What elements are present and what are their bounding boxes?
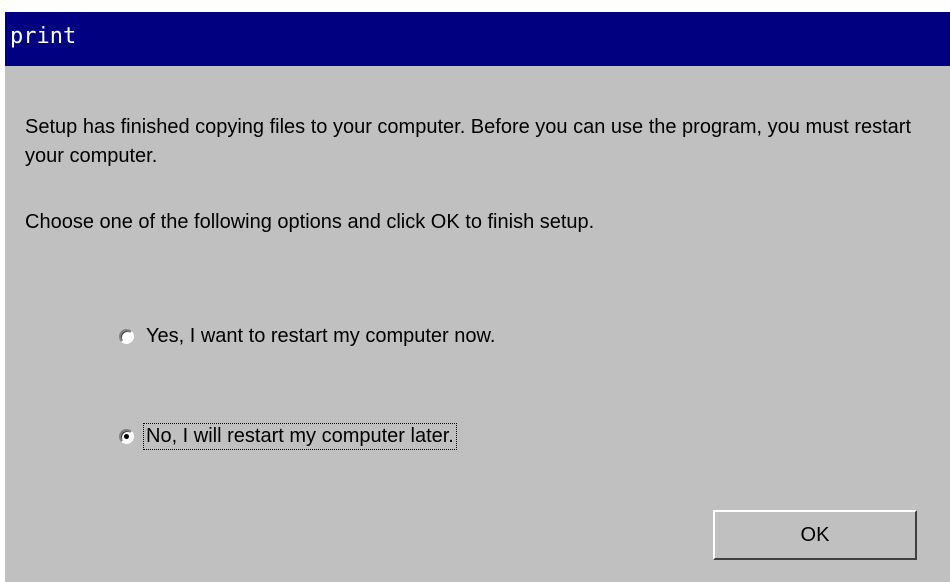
setup-dialog: print Setup has finished copying files t…: [5, 12, 950, 582]
dialog-titlebar[interactable]: print: [5, 12, 950, 66]
background-window-strip: [0, 0, 950, 12]
restart-now-radio[interactable]: [119, 328, 134, 344]
restart-later-label[interactable]: No, I will restart my computer later.: [143, 422, 457, 450]
setup-instruction: Choose one of the following options and …: [25, 211, 595, 233]
ok-button[interactable]: OK: [713, 510, 917, 560]
dialog-title: print: [10, 24, 77, 49]
restart-later-option[interactable]: No, I will restart my computer later.: [119, 421, 457, 451]
restart-later-radio[interactable]: [119, 428, 134, 444]
restart-now-option[interactable]: Yes, I want to restart my computer now.: [119, 321, 498, 351]
restart-now-label[interactable]: Yes, I want to restart my computer now.: [143, 323, 498, 350]
setup-message: Setup has finished copying files to your…: [25, 116, 912, 167]
